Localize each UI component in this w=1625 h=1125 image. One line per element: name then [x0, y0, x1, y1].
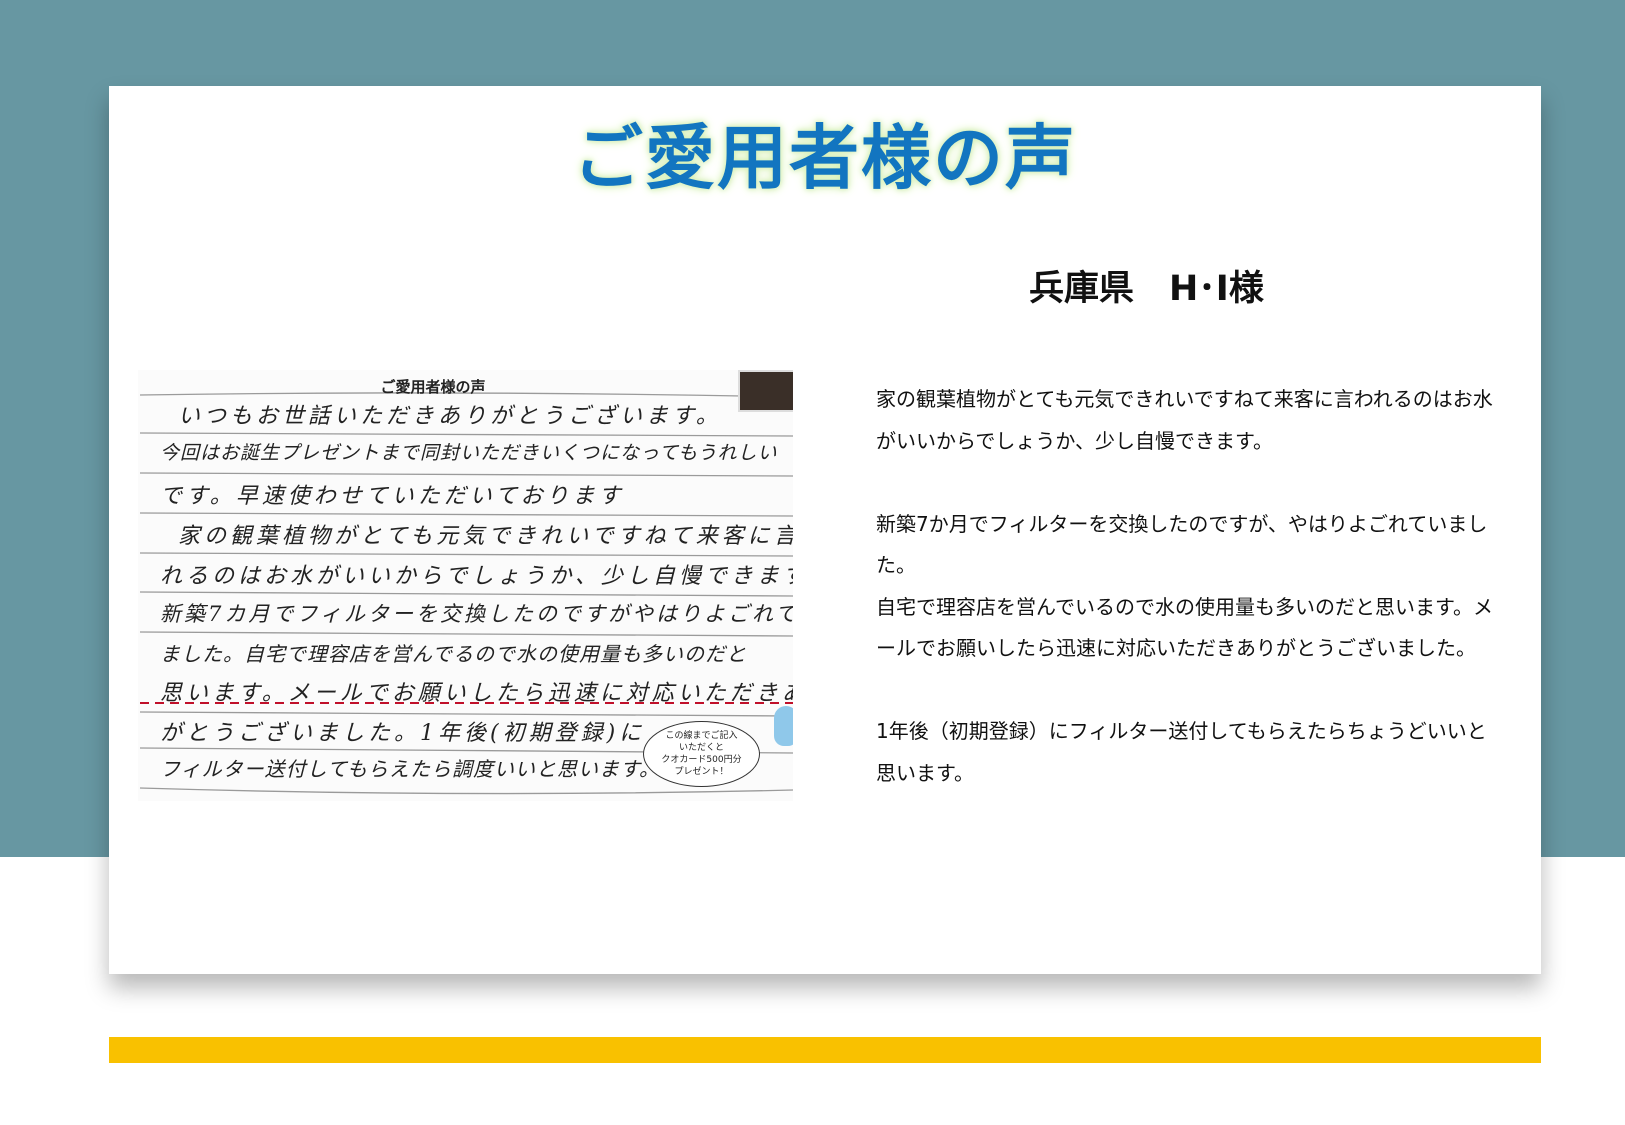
handwritten-line: 今回はお誕生プレゼントまで同封いただきいくつになってもうれしい — [160, 442, 778, 464]
handwritten-letter-image: ご愛用者様の声 いつもお世話いただきありがとうございます。 今回はお誕生プレゼン… — [138, 370, 793, 801]
photo-thumbnail — [738, 370, 793, 412]
paragraph: 自宅で理容店を営んでいるので水の使用量も多いのだと思います。メールでお願いしたら… — [876, 594, 1493, 661]
note-header: ご愛用者様の声 — [380, 378, 486, 396]
page-title: ご愛用者様の声 — [573, 117, 1077, 199]
mascot-icon — [774, 706, 793, 746]
handwritten-line: れるのはお水がいいからでしょうか、少し自慢できます — [160, 564, 793, 589]
customer-name: 兵庫県 H･I様 — [1029, 269, 1264, 309]
testimonial-text: 家の観葉植物がとても元気できれいですねて来客に言われるのはお水がいいからでしょう… — [876, 379, 1496, 794]
paragraph: 家の観葉植物がとても元気できれいですねて来客に言われるのはお水がいいからでしょう… — [876, 387, 1493, 453]
handwritten-line: がとうございました。1年後(初期登録)に — [160, 721, 646, 746]
accent-bar — [109, 1037, 1541, 1063]
handwritten-line: フィルター送付してもらえたら調度いいと思います。 — [160, 757, 660, 781]
handwritten-line: 新築7カ月でフィルターを交換したのですがやはりよごれて — [160, 602, 793, 626]
speech-bubble: この線までご記入 いただくと クオカード500円分 プレゼント！ — [643, 721, 760, 787]
handwritten-line: 家の観葉植物がとても元気できれいですねて来客に言わ — [178, 524, 793, 549]
paragraph: 新築7か月でフィルターを交換したのですが、やはりよごれていました。 — [876, 511, 1488, 578]
handwritten-line: 思います。メールでお願いしたら迅速に対応いただきあり — [160, 681, 793, 706]
paragraph: 1年後（初期登録）にフィルター送付してもらえたらちょうどいいと思います。 — [876, 719, 1487, 785]
handwritten-line: です。早速使わせていただいております — [160, 484, 625, 509]
handwritten-line: いつもお世話いただきありがとうございます。 — [178, 404, 722, 429]
handwritten-line: ました。自宅で理容店を営んでるので水の使用量も多いのだと — [160, 642, 747, 666]
